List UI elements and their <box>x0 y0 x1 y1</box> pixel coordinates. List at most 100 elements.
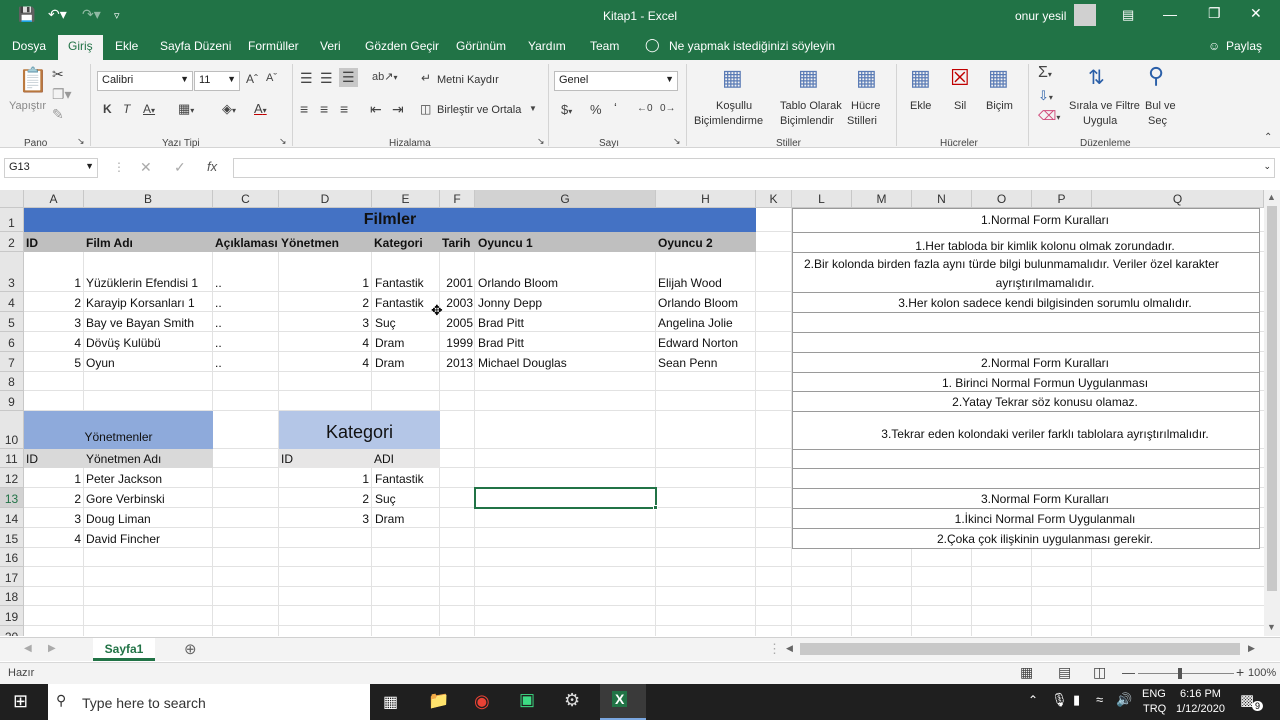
tab-review[interactable]: Gözden Geçir <box>365 39 439 53</box>
row-header-16[interactable]: 16 <box>0 548 24 567</box>
underline-icon[interactable]: A▾ <box>143 102 155 116</box>
font-color-icon[interactable]: A▾ <box>254 101 267 116</box>
format-as-table-line1[interactable]: Tablo Olarak <box>780 100 842 112</box>
cell-styles-line1[interactable]: Hücre <box>851 100 880 112</box>
sort-filter-line1[interactable]: Sırala ve Filtre <box>1069 100 1140 112</box>
row-header-19[interactable]: 19 <box>0 606 24 626</box>
wrap-text-button[interactable]: Metni Kaydır <box>437 74 499 86</box>
row-header-2[interactable]: 2 <box>0 232 24 252</box>
conditional-formatting-line1[interactable]: Koşullu <box>716 100 752 112</box>
column-header-q[interactable]: Q <box>1092 190 1264 208</box>
scroll-down-icon[interactable]: ▼ <box>1267 622 1276 632</box>
column-header-f[interactable]: F <box>440 190 475 208</box>
merge-dropdown-icon[interactable]: ▼ <box>529 104 537 113</box>
avatar[interactable] <box>1074 4 1096 26</box>
clipboard-launcher-icon[interactable]: ↘ <box>77 136 85 147</box>
close-icon[interactable]: ✕ <box>1250 5 1262 22</box>
row-header-18[interactable]: 18 <box>0 587 24 606</box>
formula-input[interactable]: ⌄ <box>233 158 1275 178</box>
copy-icon[interactable]: ❐▾ <box>52 86 72 103</box>
cell-styles-icon[interactable]: ▦ <box>856 65 877 91</box>
row-header-3[interactable]: 3 <box>0 252 24 292</box>
volume-icon[interactable]: 🔊 <box>1116 692 1132 708</box>
row-header-6[interactable]: 6 <box>0 332 24 352</box>
tab-help[interactable]: Yardım <box>528 39 566 53</box>
share-icon[interactable]: ☺ <box>1208 39 1220 53</box>
row-header-1[interactable]: 1 <box>0 208 24 232</box>
column-header-o[interactable]: O <box>972 190 1032 208</box>
zoom-level[interactable]: 100% <box>1248 667 1276 679</box>
zoom-slider[interactable] <box>1138 673 1234 674</box>
row-header-9[interactable]: 9 <box>0 391 24 411</box>
cancel-entry-icon[interactable]: ✕ <box>140 159 152 176</box>
input-language[interactable]: ENG <box>1142 688 1166 700</box>
row-header-4[interactable]: 4 <box>0 292 24 312</box>
vertical-scroll-thumb[interactable] <box>1267 206 1277 591</box>
page-layout-view-icon[interactable]: ▤ <box>1058 664 1071 681</box>
battery-icon[interactable]: ▮ <box>1073 692 1080 708</box>
new-sheet-icon[interactable]: ⊕ <box>184 640 197 658</box>
settings-gear-icon[interactable]: ⚙ <box>564 690 580 711</box>
column-header-a[interactable]: A <box>24 190 84 208</box>
bold-icon[interactable]: K <box>103 102 112 116</box>
collapse-ribbon-icon[interactable]: ⌃ <box>1264 132 1272 143</box>
android-studio-icon[interactable]: ▣ <box>519 690 535 710</box>
clock-time[interactable]: 6:16 PM <box>1180 688 1221 700</box>
font-size-combo[interactable]: 11 ▼ <box>194 71 240 91</box>
conditional-formatting-icon[interactable]: ▦ <box>722 65 743 91</box>
borders-icon[interactable]: ▦▾ <box>178 101 194 117</box>
fill-icon[interactable]: ⇩▾ <box>1038 88 1053 104</box>
row-header-7[interactable]: 7 <box>0 352 24 372</box>
vertical-scrollbar[interactable]: ▲ ▼ <box>1264 190 1280 636</box>
sort-filter-icon[interactable]: ⇅ <box>1088 65 1105 90</box>
row-header-20[interactable]: 20 <box>0 626 24 636</box>
format-cells-button[interactable]: Biçim <box>986 100 1013 112</box>
merge-icon[interactable]: ◫ <box>420 102 431 116</box>
column-header-c[interactable]: C <box>213 190 279 208</box>
page-break-view-icon[interactable]: ◫ <box>1093 664 1106 681</box>
alignment-launcher-icon[interactable]: ↘ <box>537 136 545 147</box>
task-view-icon[interactable]: ▦ <box>383 692 398 712</box>
autosum-icon[interactable]: Σ▾ <box>1038 64 1052 82</box>
keyboard-layout[interactable]: TRQ <box>1143 703 1166 715</box>
name-box[interactable]: G13 ▼ <box>4 158 98 178</box>
sort-filter-line2[interactable]: Uygula <box>1083 115 1117 127</box>
zoom-in-icon[interactable]: + <box>1236 664 1244 680</box>
orientation-icon[interactable]: ab↗▾ <box>372 70 397 83</box>
wrap-text-icon[interactable]: ↵ <box>421 71 431 85</box>
column-header-b[interactable]: B <box>84 190 213 208</box>
chrome-icon[interactable]: ◉ <box>474 691 490 712</box>
worksheet-grid[interactable]: A B C D E F G H K L M N O P Q 1 2 3 4 5 … <box>0 190 1264 636</box>
cut-icon[interactable]: ✂ <box>52 66 64 83</box>
find-select-line1[interactable]: Bul ve <box>1145 100 1176 112</box>
row-header-13[interactable]: 13 <box>0 488 24 508</box>
delete-cells-button[interactable]: Sil <box>954 100 966 112</box>
font-name-combo[interactable]: Calibri ▼ <box>97 71 193 91</box>
comma-icon[interactable]: ‘ <box>614 100 617 115</box>
tray-chevron-icon[interactable]: ⌃ <box>1028 693 1038 707</box>
row-header-8[interactable]: 8 <box>0 372 24 391</box>
grow-font-icon[interactable]: Aˆ <box>246 72 258 86</box>
align-middle-icon[interactable]: ☰ <box>320 70 333 87</box>
undo-icon[interactable]: ↶▾ <box>48 6 67 23</box>
taskbar-search[interactable]: ⚲ Type here to search <box>48 684 370 720</box>
file-explorer-icon[interactable]: 📁 <box>428 691 449 711</box>
customize-qat-icon[interactable]: ▿ <box>114 9 120 22</box>
align-bottom-icon[interactable]: ☰ <box>339 68 358 87</box>
column-header-e[interactable]: E <box>372 190 440 208</box>
delete-cells-icon[interactable]: ☒ <box>950 65 970 91</box>
format-as-table-icon[interactable]: ▦ <box>798 65 819 91</box>
number-format-combo[interactable]: Genel ▼ <box>554 71 678 91</box>
column-header-m[interactable]: M <box>852 190 912 208</box>
increase-indent-icon[interactable]: ⇥ <box>392 101 404 118</box>
share-button[interactable]: Paylaş <box>1226 39 1262 53</box>
tab-team[interactable]: Team <box>590 39 619 53</box>
next-sheet-icon[interactable]: ▶ <box>48 643 56 654</box>
row-header-12[interactable]: 12 <box>0 468 24 488</box>
save-icon[interactable]: 💾 <box>18 6 35 23</box>
row-header-14[interactable]: 14 <box>0 508 24 528</box>
tell-me-search[interactable]: Ne yapmak istediğinizi söyleyin <box>669 39 835 53</box>
format-as-table-line2[interactable]: Biçimlendir <box>780 115 834 127</box>
column-header-n[interactable]: N <box>912 190 972 208</box>
scroll-up-icon[interactable]: ▲ <box>1267 192 1276 202</box>
